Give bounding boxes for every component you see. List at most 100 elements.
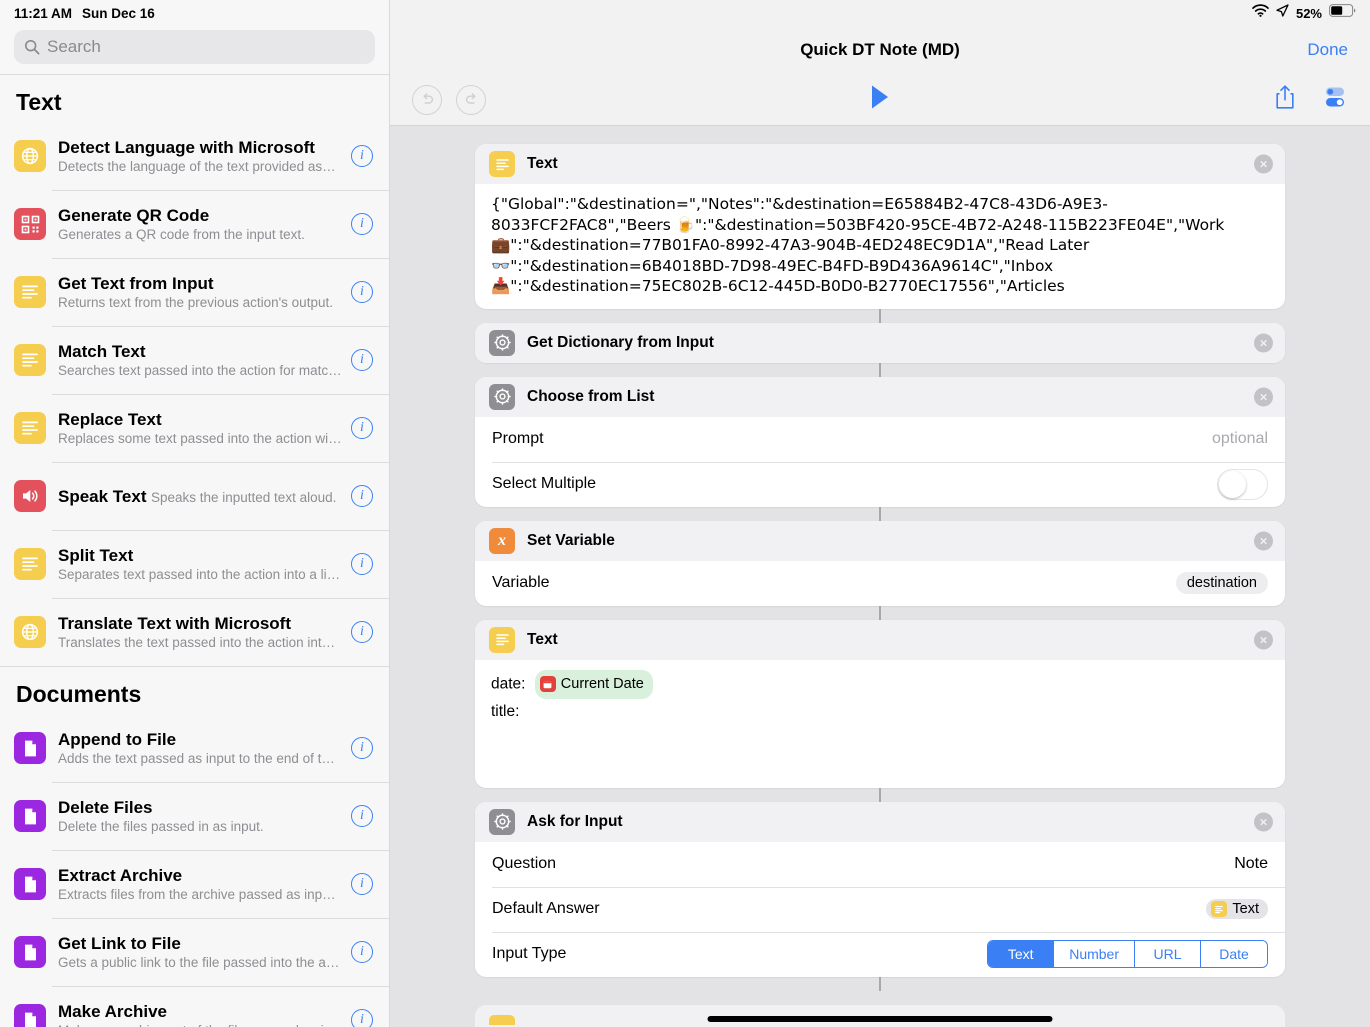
action-item-texts: Make Archive Makes an archive out of the… [58,1001,345,1027]
action-item-subtitle: Replaces some text passed into the actio… [58,430,342,446]
action-item-append-to-file[interactable]: Append to File Adds the text passed as i… [0,714,389,782]
redo-icon[interactable] [456,84,486,115]
action-card-set-variable[interactable]: x Set Variable × Variable destination [475,520,1285,606]
toggle-knob [1219,470,1246,498]
action-item-translate-text[interactable]: Translate Text with Microsoft Translates… [0,598,389,666]
info-icon[interactable]: i [351,417,373,439]
info-icon[interactable]: i [351,941,373,963]
param-label: Variable [492,574,550,591]
action-item-texts: Match Text Searches text passed into the… [58,341,342,380]
info-icon[interactable]: i [351,485,373,507]
param-value-placeholder: optional [1211,430,1268,447]
action-card-title: Text [527,155,558,172]
close-icon[interactable]: × [1254,387,1273,406]
flow-connector [879,308,881,323]
action-card-choose-from-list[interactable]: Choose from List × Prompt optional Selec… [475,376,1285,507]
action-item-texts: Translate Text with Microsoft Translates… [58,613,341,652]
action-item-subtitle: Makes an archive out of the files passed… [58,1023,345,1027]
close-icon[interactable]: × [1254,812,1273,831]
action-item-title: Append to File [58,729,177,749]
input-type-segmented-control[interactable]: Text Number URL Date [987,940,1268,968]
segment-text[interactable]: Text [988,941,1055,967]
close-icon[interactable]: × [1254,154,1273,174]
action-item-title: Delete Files [58,797,153,817]
action-item-title: Make Archive [58,1001,167,1021]
info-icon[interactable]: i [351,621,373,643]
info-icon[interactable]: i [351,873,373,895]
action-item-generate-qr-code[interactable]: Generate QR Code Generates a QR code fro… [0,190,389,258]
undo-icon[interactable] [412,84,442,115]
close-icon[interactable]: × [1254,531,1273,550]
info-icon[interactable]: i [351,737,373,759]
param-row-variable[interactable]: Variable destination [475,561,1285,606]
text-line-date-label: date: [491,675,526,693]
info-icon[interactable]: i [351,805,373,827]
home-indicator [707,1016,1053,1022]
action-card-body[interactable]: {"Global":"&destination=","Notes":"&dest… [475,184,1285,309]
text-line-date[interactable]: date: Current Date [491,669,1269,699]
play-icon[interactable] [869,84,891,115]
text-line-title[interactable]: title: [491,699,1269,724]
close-icon[interactable]: × [1254,630,1273,649]
action-item-get-link-to-file[interactable]: Get Link to File Gets a public link to t… [0,918,389,986]
action-item-texts: Speak Text Speaks the inputted text alou… [58,486,341,507]
action-item-detect-language[interactable]: Detect Language with Microsoft Detects t… [0,122,389,190]
select-multiple-toggle[interactable] [1217,468,1268,500]
action-item-extract-archive[interactable]: Extract Archive Extracts files from the … [0,850,389,918]
param-row-input-type[interactable]: Input Type Text Number URL Date [475,931,1285,977]
info-icon[interactable]: i [351,213,373,235]
info-icon[interactable]: i [351,281,373,303]
action-item-texts: Delete Files Delete the files passed in … [58,797,341,836]
action-card-text-json[interactable]: Text × {"Global":"&destination=","Notes"… [475,144,1285,309]
question-value[interactable]: Note [1234,855,1268,873]
action-item-make-archive[interactable]: Make Archive Makes an archive out of the… [0,986,389,1027]
action-item-subtitle: Returns text from the previous action's … [58,294,333,310]
segment-number[interactable]: Number [1054,941,1135,967]
action-item-replace-text[interactable]: Replace Text Replaces some text passed i… [0,394,389,462]
qr-code-icon [14,208,46,240]
action-card-get-dictionary-from-input[interactable]: Get Dictionary from Input × [475,322,1285,363]
done-button[interactable]: Done [1307,40,1348,60]
action-item-title: Get Text from Input [58,273,214,293]
action-item-texts: Get Link to File Gets a public link to t… [58,933,341,972]
close-icon[interactable]: × [1254,333,1273,352]
action-item-title: Split Text [58,545,134,565]
default-answer-token[interactable]: Text [1206,899,1268,919]
action-item-speak-text[interactable]: Speak Text Speaks the inputted text alou… [0,462,389,530]
action-item-subtitle: Separates text passed into the action in… [58,566,341,582]
actions-list[interactable]: Text Detect Language with Microsoft Dete… [0,74,389,1027]
info-icon[interactable]: i [351,145,373,167]
segment-date[interactable]: Date [1201,941,1267,967]
variable-token[interactable]: destination [1175,572,1268,594]
workflow-canvas[interactable]: Text × {"Global":"&destination=","Notes"… [390,126,1370,1027]
segment-url[interactable]: URL [1135,941,1201,967]
text-action-value[interactable]: {"Global":"&destination=","Notes":"&dest… [491,194,1269,297]
section-header-documents: Documents [0,666,389,714]
calendar-icon [539,676,556,692]
action-card-ask-for-input[interactable]: Ask for Input × Question Note Default An… [475,801,1285,977]
info-icon[interactable]: i [351,349,373,371]
action-item-get-text-from-input[interactable]: Get Text from Input Returns text from th… [0,258,389,326]
search-input[interactable]: Search [14,30,375,64]
param-label: Prompt [492,430,544,447]
share-icon[interactable] [1274,84,1296,115]
gear-icon [489,329,515,356]
current-date-token[interactable]: Current Date [534,669,653,699]
action-card-body[interactable]: date: Current Date title: [475,660,1285,788]
action-item-delete-files[interactable]: Delete Files Delete the files passed in … [0,782,389,850]
action-item-split-text[interactable]: Split Text Separates text passed into th… [0,530,389,598]
search-icon [24,39,40,55]
param-row-question[interactable]: Question Note [475,842,1285,887]
param-row-prompt[interactable]: Prompt optional [475,417,1285,462]
flow-connector [879,976,881,991]
param-row-default-answer[interactable]: Default Answer Text [475,886,1285,932]
action-card-text-note-template[interactable]: Text × date: Current Date title: [475,619,1285,788]
toggles-settings-icon[interactable] [1322,84,1348,115]
info-icon[interactable]: i [351,1009,373,1027]
action-card-title: Get Dictionary from Input [527,333,714,351]
param-label: Default Answer [492,900,600,917]
info-icon[interactable]: i [351,553,373,575]
param-row-select-multiple[interactable]: Select Multiple [475,461,1285,507]
action-card-header: Text × [475,144,1285,184]
action-item-match-text[interactable]: Match Text Searches text passed into the… [0,326,389,394]
